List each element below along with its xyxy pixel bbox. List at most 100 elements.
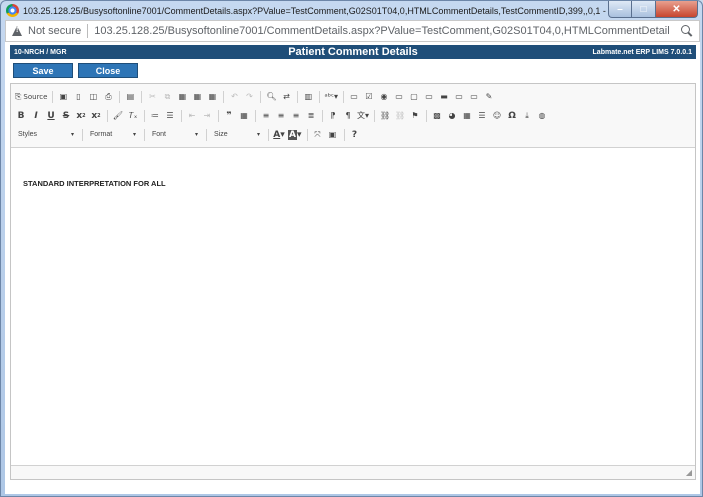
print-icon[interactable]: ⎙ bbox=[102, 90, 114, 104]
page-title: Patient Comment Details bbox=[288, 46, 418, 58]
maximize-button[interactable]: □ bbox=[632, 1, 656, 18]
background-color-icon[interactable]: A ▾ bbox=[288, 128, 302, 142]
blockquote-icon[interactable]: ❞ bbox=[223, 109, 235, 123]
form-icon[interactable]: ▭ bbox=[348, 90, 360, 104]
remove-format-icon[interactable]: ✎ bbox=[483, 90, 495, 104]
table-icon[interactable]: ▦ bbox=[461, 109, 473, 123]
align-center-icon[interactable]: ≡ bbox=[275, 109, 287, 123]
horizontal-rule-icon[interactable]: ☰ bbox=[476, 109, 488, 123]
paste-icon[interactable]: ▦ bbox=[176, 90, 188, 104]
italic-icon[interactable]: I bbox=[30, 109, 42, 123]
toolbar-separator bbox=[260, 90, 262, 103]
minimize-button[interactable]: – bbox=[608, 1, 632, 18]
format-dropdown[interactable]: Format ▾ bbox=[87, 128, 139, 141]
align-right-icon[interactable]: ≡ bbox=[290, 109, 302, 123]
zoom-icon[interactable] bbox=[681, 25, 693, 37]
bulleted-list-icon[interactable]: ☰ bbox=[164, 109, 176, 123]
textarea-icon[interactable]: ▢ bbox=[408, 90, 420, 104]
numbered-list-icon[interactable]: ≔ bbox=[149, 109, 161, 123]
select-all-icon[interactable]: ▥ bbox=[302, 90, 314, 104]
toolbar-separator bbox=[322, 109, 323, 122]
superscript-icon[interactable]: x2 bbox=[90, 109, 102, 123]
help-icon[interactable]: ? bbox=[349, 128, 361, 142]
hidden-field-icon[interactable]: ▭ bbox=[468, 90, 480, 104]
editor-content-area[interactable]: STANDARD INTERPRETATION FOR ALL bbox=[11, 149, 695, 465]
chevron-down-icon: ▾ bbox=[70, 132, 74, 138]
indent-icon[interactable]: ⇥ bbox=[201, 109, 213, 123]
find-icon[interactable]: 🔍︎ bbox=[265, 90, 277, 104]
window-title: 103.25.128.25/Busysoftonline7001/Comment… bbox=[23, 5, 613, 16]
security-status[interactable]: Not secure bbox=[28, 25, 81, 37]
styles-dropdown[interactable]: Styles ▾ bbox=[15, 128, 77, 141]
text-color-icon[interactable]: A ▾ bbox=[273, 128, 285, 142]
cut-icon[interactable]: ✂ bbox=[146, 90, 158, 104]
show-blocks-icon[interactable]: ▣ bbox=[327, 128, 339, 142]
redo-icon[interactable]: ↷ bbox=[243, 90, 255, 104]
location-user: 10-NRCH / MGR bbox=[14, 48, 67, 56]
subscript-icon[interactable]: x2 bbox=[75, 109, 87, 123]
special-char-icon[interactable]: Ω bbox=[506, 109, 518, 123]
strikethrough-icon[interactable]: S bbox=[60, 109, 72, 123]
font-dropdown[interactable]: Font ▾ bbox=[149, 128, 201, 141]
toolbar-separator bbox=[107, 109, 108, 122]
unlink-icon[interactable]: ⛓ bbox=[394, 109, 406, 123]
language-icon[interactable]: 文▾ bbox=[357, 109, 369, 123]
radio-icon[interactable]: ◉ bbox=[378, 90, 390, 104]
toolbar-separator bbox=[426, 109, 428, 122]
font-label: Font bbox=[152, 131, 167, 138]
replace-icon[interactable]: ⇄ bbox=[280, 90, 292, 104]
justify-icon[interactable]: ≣ bbox=[305, 109, 317, 123]
toolbar-separator bbox=[82, 128, 83, 141]
chevron-down-icon: ▾ bbox=[132, 132, 136, 138]
templates-icon[interactable]: ▤ bbox=[124, 90, 136, 104]
outdent-icon[interactable]: ⇤ bbox=[186, 109, 198, 123]
button-icon[interactable]: ▬ bbox=[438, 90, 450, 104]
toolbar-separator bbox=[255, 109, 256, 122]
background-color-letter: A bbox=[288, 129, 297, 140]
toolbar-separator bbox=[268, 128, 269, 141]
image-icon[interactable]: ▩ bbox=[431, 109, 443, 123]
preview-icon[interactable]: ◫ bbox=[87, 90, 99, 104]
text-color-letter: A bbox=[273, 129, 281, 140]
resize-grip-icon[interactable]: ◢ bbox=[686, 468, 692, 477]
align-left-icon[interactable]: ≡ bbox=[260, 109, 272, 123]
source-icon[interactable]: ⎘ Source bbox=[15, 90, 47, 104]
flash-icon[interactable]: ◕ bbox=[446, 109, 458, 123]
size-dropdown[interactable]: Size ▾ bbox=[211, 128, 263, 141]
comment-text[interactable]: STANDARD INTERPRETATION FOR ALL bbox=[23, 179, 695, 188]
product-version: Labmate.net ERP LIMS 7.0.0.1 bbox=[592, 48, 692, 56]
chrome-icon bbox=[6, 4, 19, 17]
undo-icon[interactable]: ↶ bbox=[228, 90, 240, 104]
new-page-icon[interactable]: ▯ bbox=[72, 90, 84, 104]
maximize-icon[interactable]: ⤧ bbox=[312, 128, 324, 142]
close-button[interactable]: Close bbox=[78, 63, 138, 78]
copy-format-icon[interactable]: 🖌︎ bbox=[112, 109, 124, 123]
bold-icon[interactable]: B bbox=[15, 109, 27, 123]
smiley-icon[interactable]: ☺ bbox=[491, 109, 503, 123]
clear-format-icon[interactable]: 𝑇ₓ bbox=[127, 109, 139, 123]
iframe-icon[interactable]: ◍ bbox=[536, 109, 548, 123]
save-button[interactable]: Save bbox=[13, 63, 73, 78]
close-window-button[interactable]: ✕ bbox=[656, 1, 698, 18]
paste-text-icon[interactable]: ▦ bbox=[191, 90, 203, 104]
warning-icon[interactable] bbox=[12, 26, 23, 36]
url-text[interactable]: 103.25.128.25/Busysoftonline7001/Comment… bbox=[94, 25, 669, 37]
toolbar-separator bbox=[343, 128, 345, 141]
ltr-icon[interactable]: ⁋ bbox=[327, 109, 339, 123]
underline-icon[interactable]: U bbox=[45, 109, 57, 123]
save-icon[interactable]: ▣ bbox=[57, 90, 69, 104]
select-icon[interactable]: ▭ bbox=[423, 90, 435, 104]
checkbox-icon[interactable]: ☑ bbox=[363, 90, 375, 104]
div-container-icon[interactable]: ▦ bbox=[238, 109, 250, 123]
address-bar[interactable]: Not secure 103.25.128.25/Busysoftonline7… bbox=[5, 20, 700, 42]
link-icon[interactable]: ⛓ bbox=[379, 109, 391, 123]
paste-word-icon[interactable]: ▦ bbox=[206, 90, 218, 104]
anchor-icon[interactable]: ⚑ bbox=[409, 109, 421, 123]
spellcheck-icon[interactable]: ᵃᵇᶜ▾ bbox=[324, 90, 338, 104]
toolbar-separator bbox=[374, 109, 376, 122]
copy-icon[interactable]: ⧉ bbox=[161, 90, 173, 104]
image-button-icon[interactable]: ▭ bbox=[453, 90, 465, 104]
rtl-icon[interactable]: ¶ bbox=[342, 109, 354, 123]
textfield-icon[interactable]: ▭ bbox=[393, 90, 405, 104]
page-break-icon[interactable]: ⤓ bbox=[521, 109, 533, 123]
